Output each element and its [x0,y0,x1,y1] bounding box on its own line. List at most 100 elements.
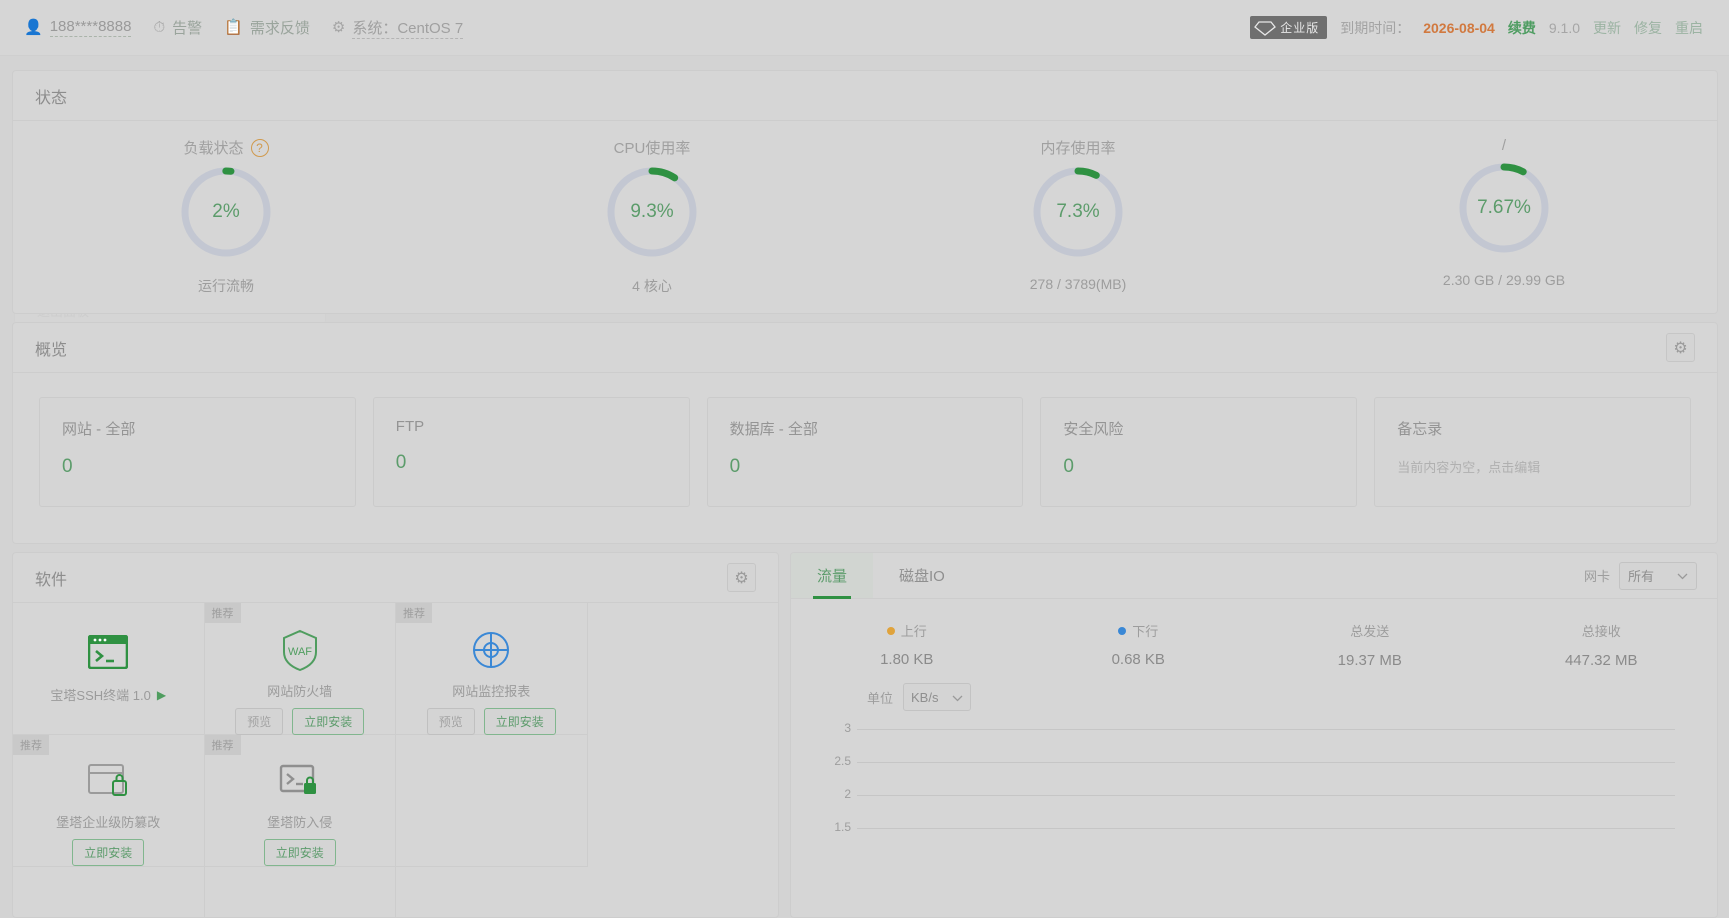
restart-link[interactable]: 重启 [1675,18,1703,38]
software-tile-monitor[interactable]: 推荐 网站监控报表 预览 立即安装 [396,603,588,735]
gauge-memory-ring: 7.3% [1030,164,1126,260]
overview-panel: 概览 ⚙ 网站 - 全部 0 FTP 0 数据库 - 全部 0 安全风险 0 备… [12,322,1718,544]
terminal-lock-icon [279,761,321,802]
unit-select-value: KB/s [911,689,939,705]
overview-card-label: FTP [395,418,425,435]
software-tile-waf[interactable]: 推荐 WAF 网站防火墙 预览 立即安装 [204,603,396,735]
install-button[interactable]: 立即安装 [292,708,365,735]
waf-shield-icon: WAF [280,629,320,671]
software-tile-empty [13,867,205,917]
gauge-memory-sub: 278 / 3789(MB) [1029,276,1127,292]
legend-dot-upload-icon [886,626,895,635]
software-tile-actions: 立即安装 [72,839,145,866]
system-label: 系统：CentOS 7 [352,17,464,39]
gauge-load-title-wrap: 负载状态 ? [183,137,269,158]
chart-ytick: 2 [844,787,851,801]
gauge-load-sub: 运行流畅 [198,278,254,294]
alarm-menu[interactable]: ⏱ 告警 [153,17,202,38]
overview-card-empty-text: 当前内容为空，点击编辑 [1397,460,1541,475]
overview-card-value: 0 [395,452,407,473]
tab-disk-io-label: 磁盘IO [899,568,945,585]
edition-badge[interactable]: 企业版 [1250,16,1328,39]
unit-row: 单位 KB/s [791,669,1717,711]
gauge-disk[interactable]: / 7.67% 2.30 GB / 29.99 GB [1291,121,1717,314]
feedback-icon: 📋 [224,19,243,36]
preview-button[interactable]: 预览 [426,708,475,735]
tab-disk-io[interactable]: 磁盘IO [873,553,971,598]
stat-upload: 上行 1.80 KB [791,621,1023,669]
gear-icon[interactable]: ⚙ [1666,333,1695,362]
overview-card-row: 网站 - 全部 0 FTP 0 数据库 - 全部 0 安全风险 0 备忘录 当前… [13,373,1717,531]
overview-card-label: 数据库 - 全部 [729,421,818,438]
play-icon[interactable]: ▶ [157,688,166,702]
status-panel-header: 状态 [13,71,1717,121]
alarm-label: 告警 [172,20,203,37]
top-bar: 👤 188****8888 ⏱ 告警 📋 需求反馈 ⚙ 系统：CentOS 7 [0,0,1729,56]
traffic-tabs: 流量 磁盘IO 网卡 所有 [791,553,1717,599]
software-tile-name-wrap: 宝塔SSH终端 1.0 ▶ [50,685,166,704]
chart-gridline [857,729,1675,730]
feedback-menu[interactable]: 📋 需求反馈 [224,17,310,38]
overview-panel-header: 概览 ⚙ [13,323,1717,373]
tab-traffic-label: 流量 [817,568,848,585]
software-tile-name-wrap: 网站监控报表 [452,681,530,700]
tamper-lock-icon [87,761,129,802]
software-tile-anti-tamper[interactable]: 推荐 堡塔企业级防篡改 立即安装 [13,735,205,867]
gauge-load-title: 负载状态 [183,140,244,157]
software-tile-actions: 预览 立即安装 [235,708,365,735]
overview-card-memo[interactable]: 备忘录 当前内容为空，点击编辑 [1374,397,1691,507]
install-button[interactable]: 立即安装 [483,708,556,735]
user-menu[interactable]: 👤 188****8888 [24,18,132,37]
software-tile-name: 堡塔防入侵 [267,815,333,830]
unit-select[interactable]: KB/s [903,683,972,711]
question-icon[interactable]: ? [250,138,269,157]
overview-card-databases[interactable]: 数据库 - 全部 0 [706,397,1024,507]
stat-total-sent-value: 19.37 MB [1337,652,1402,669]
unit-label: 单位 [867,690,894,706]
top-bar-right: 企业版 到期时间： 2026-08-04 续费 9.1.0 更新 修复 重启 [1250,16,1729,39]
stat-total-sent-label: 总发送 [1350,624,1390,639]
gauge-disk-sub: 2.30 GB / 29.99 GB [1442,272,1566,288]
gauge-disk-value: 7.67% [1477,197,1531,218]
update-link[interactable]: 更新 [1593,18,1621,38]
recommend-tag: 推荐 [204,735,241,755]
chart-gridline [857,828,1675,829]
gauge-row: 负载状态 ? 2% 运行流畅 CPU使用率 9.3% 4 核心 内存使用率 7.… [13,121,1717,314]
gauge-memory[interactable]: 内存使用率 7.3% 278 / 3789(MB) [865,121,1291,314]
install-button[interactable]: 立即安装 [263,839,336,866]
stat-download-value: 0.68 KB [1111,651,1165,668]
software-panel-title: 软件 [35,571,68,589]
recommend-tag: 推荐 [13,735,49,755]
nic-select[interactable]: 所有 [1619,561,1697,590]
gear-icon[interactable]: ⚙ [727,563,756,592]
overview-card-sites[interactable]: 网站 - 全部 0 [39,397,356,507]
software-tile-ssh-terminal[interactable]: 宝塔SSH终端 1.0 ▶ [13,603,205,735]
stat-total-received-label: 总接收 [1581,624,1621,639]
overview-card-security-risk[interactable]: 安全风险 0 [1040,397,1358,507]
svg-text:WAF: WAF [288,646,312,658]
repair-link[interactable]: 修复 [1634,18,1662,38]
legend-dot-download-icon [1118,626,1127,635]
alarm-icon: ⏱ [153,19,166,36]
preview-button[interactable]: 预览 [235,708,284,735]
stat-total-sent: 总发送 19.37 MB [1254,621,1486,669]
install-button[interactable]: 立即安装 [72,839,145,866]
tab-traffic[interactable]: 流量 [791,553,874,599]
gauge-memory-value: 7.3% [1056,201,1100,222]
chart-gridline [857,795,1675,796]
renew-link[interactable]: 续费 [1508,18,1536,38]
recommend-tag: 推荐 [204,603,241,623]
gauge-cpu[interactable]: CPU使用率 9.3% 4 核心 [439,121,865,314]
gauge-memory-title-wrap: 内存使用率 [1040,137,1115,158]
gauge-cpu-value: 9.3% [630,201,674,222]
overview-card-ftp[interactable]: FTP 0 [372,397,690,507]
gauge-load[interactable]: 负载状态 ? 2% 运行流畅 [13,121,439,314]
system-info[interactable]: ⚙ 系统：CentOS 7 [332,17,464,39]
software-tile-name-wrap: 堡塔防入侵 [267,812,332,831]
overview-card-label: 备忘录 [1397,421,1443,438]
software-tile-anti-intrusion[interactable]: 推荐 堡塔防入侵 立即安装 [204,735,396,867]
gauge-disk-title-wrap: / [1502,137,1506,154]
top-bar-left: 👤 188****8888 ⏱ 告警 📋 需求反馈 ⚙ 系统：CentOS 7 [0,17,464,39]
stat-total-sent-label-wrap: 总发送 [1350,621,1389,640]
gauge-cpu-sub: 4 核心 [632,278,672,294]
